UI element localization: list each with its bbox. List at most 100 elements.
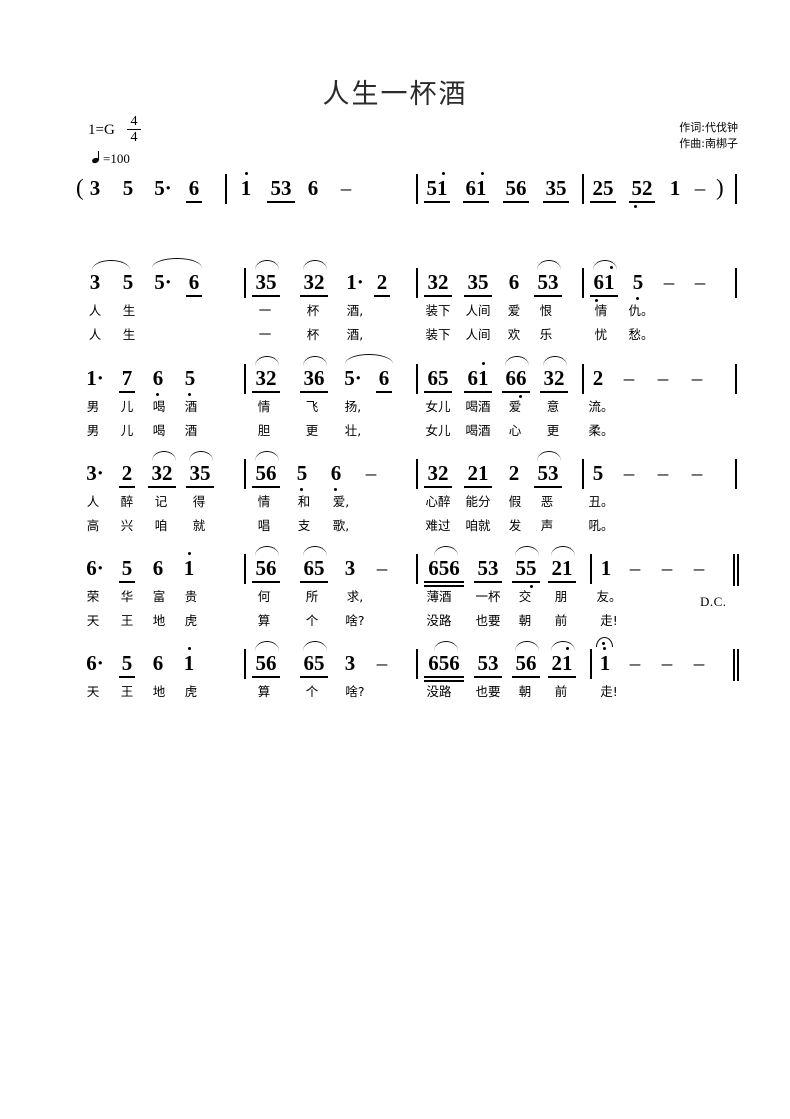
lyric-verse1: 友。	[596, 589, 622, 604]
lyric-verse1: 酒,	[346, 303, 364, 318]
note: 35	[189, 461, 211, 485]
key-signature: 1=G	[88, 122, 115, 138]
note: 6	[152, 556, 164, 580]
slur	[189, 451, 213, 461]
beam-underline	[186, 201, 202, 203]
lyric-verse1: 心醉	[425, 494, 451, 509]
lyric-verse1: 一杯	[475, 589, 501, 604]
slur	[303, 260, 327, 270]
lyric-verse2: 前	[554, 613, 568, 628]
sustain-dash: –	[691, 461, 703, 485]
lyric-verse2: 没路	[426, 613, 452, 628]
beam-underline	[186, 486, 214, 488]
barline	[225, 174, 227, 204]
barline	[244, 459, 246, 489]
barline	[735, 174, 737, 204]
octave-dot-high	[603, 647, 606, 650]
lyric-verse2: 支	[297, 518, 311, 533]
slur	[303, 641, 327, 651]
note: 5	[121, 651, 133, 675]
sustain-dash: –	[661, 651, 673, 675]
beam-underline	[424, 391, 452, 393]
slur	[537, 451, 561, 461]
lyric-verse2: 咱	[154, 518, 168, 533]
lyric-verse1: 醉	[120, 494, 134, 509]
beam-underline	[534, 295, 562, 297]
time-signature-denominator: 4	[130, 130, 138, 145]
beam-underline	[463, 201, 489, 203]
slur	[255, 451, 279, 461]
octave-dot-high	[566, 647, 569, 650]
lyric-verse1: 爱	[507, 303, 521, 318]
lyric-verse2: 虎	[184, 613, 198, 628]
beam-underline	[590, 295, 618, 297]
beam-underline	[424, 295, 452, 297]
beam-underline	[252, 676, 280, 678]
sustain-dash: –	[657, 366, 669, 390]
barline	[582, 268, 584, 298]
beam-underline	[376, 391, 392, 393]
sustain-dash: –	[693, 556, 705, 580]
lyric-verse1: 意	[546, 399, 560, 414]
lyric-verse1: 人	[88, 303, 102, 318]
octave-dot-high	[442, 172, 445, 175]
note: 5	[184, 366, 196, 390]
beam-underline	[548, 581, 576, 583]
lyric-verse1: 得	[192, 494, 206, 509]
barline	[244, 268, 246, 298]
lyric-verse1: 人间	[465, 303, 491, 318]
note: 6	[188, 270, 200, 294]
beam-underline	[424, 676, 464, 678]
lyric-verse1: 没路	[426, 684, 452, 699]
lyric-verse1: 喝酒	[465, 399, 491, 414]
octave-dot-low	[595, 299, 598, 302]
note: 2	[592, 366, 604, 390]
lyric-verse2: 喝	[152, 423, 166, 438]
note: 6	[307, 176, 319, 200]
lyric-verse2: 柔。	[588, 423, 614, 438]
lyric-verse1: 情	[257, 494, 271, 509]
note: 32	[255, 366, 277, 390]
lyric-verse1: 装下	[425, 303, 451, 318]
note: 21	[551, 651, 573, 675]
note: 1	[599, 651, 611, 675]
note: 21	[551, 556, 573, 580]
note: 32	[303, 270, 325, 294]
lyric-verse2: 胆	[257, 423, 271, 438]
lyric-verse1: 情	[257, 399, 271, 414]
beam-underline	[300, 581, 328, 583]
lyric-verse1: 啥?	[345, 684, 365, 699]
sustain-dash: –	[623, 366, 635, 390]
lyric-verse1: 天	[86, 684, 100, 699]
slur	[515, 546, 539, 556]
barline	[244, 649, 246, 679]
page-title: 人生一杯酒	[322, 79, 468, 110]
lyric-verse1: 贵	[184, 589, 198, 604]
double-barline	[733, 554, 739, 586]
lyric-verse2: 一	[258, 327, 272, 342]
note: 5	[592, 461, 604, 485]
beam-underline-second	[424, 585, 464, 587]
lyric-verse2: 心	[508, 423, 522, 438]
note: 32	[427, 461, 449, 485]
note: 56	[255, 556, 277, 580]
lyric-verse1: 所	[305, 589, 319, 604]
barline	[735, 364, 737, 394]
note: 65	[427, 366, 449, 390]
system-line-1: 3 5 5· 6 人 生 人 生 35 32 1· 2 一 杯 酒, 一 杯 酒…	[0, 258, 790, 342]
note: 2	[121, 461, 133, 485]
system-line-4: 6· 5 6 1 荣 华 富 贵 天 王 地 虎 56 65 3 – 何 所 求…	[0, 546, 790, 628]
beam-underline	[512, 676, 540, 678]
octave-dot-low	[300, 488, 303, 491]
barline	[244, 364, 246, 394]
lyric-verse2: 男	[86, 423, 100, 438]
note: 53	[477, 556, 499, 580]
beam-underline	[424, 581, 464, 583]
note: 5·	[154, 270, 172, 294]
slur	[515, 641, 539, 651]
note: 6	[152, 651, 164, 675]
note: 56	[505, 176, 527, 200]
lyric-verse1: 恨	[539, 303, 553, 318]
note: 6	[508, 270, 520, 294]
lyric-verse2: 啥?	[345, 613, 365, 628]
